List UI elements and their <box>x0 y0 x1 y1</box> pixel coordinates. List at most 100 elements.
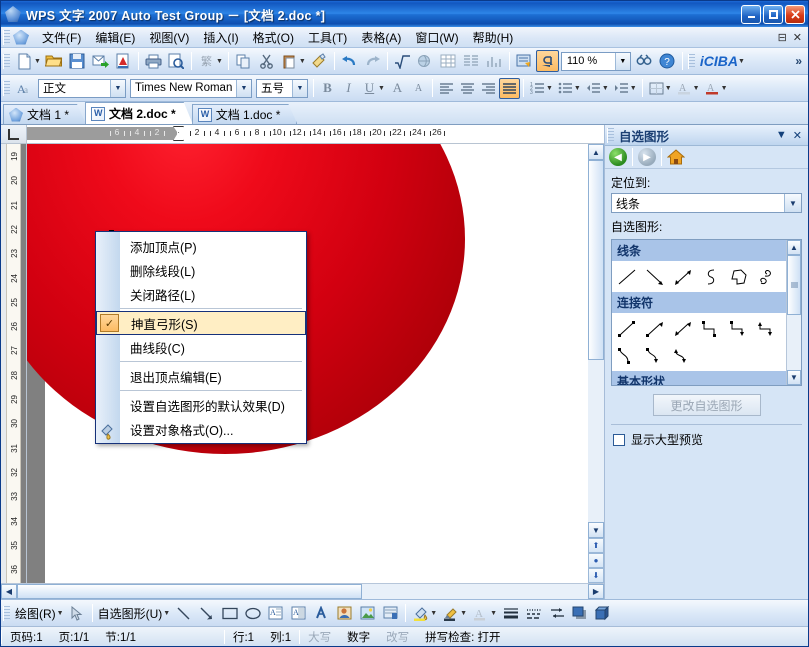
context-menu-item[interactable]: 添加顶点(P) <box>120 234 306 258</box>
font-color-draw-button[interactable]: A <box>469 602 492 624</box>
context-menu-item[interactable]: 删除线段(L) <box>120 258 306 282</box>
horizontal-scroll-thumb[interactable] <box>17 584 362 599</box>
toolbar-overflow-button[interactable]: » <box>795 54 808 68</box>
select-objects-button[interactable] <box>66 602 89 624</box>
gallery-scroll-track[interactable] <box>787 255 801 370</box>
line-color-button[interactable] <box>439 602 462 624</box>
numbered-list-button[interactable]: 123 <box>527 78 548 99</box>
horizontal-ruler[interactable]: 6422468101214161820222426 <box>1 125 604 144</box>
decrease-indent-dropdown-icon[interactable]: ▼ <box>602 85 609 92</box>
vertical-scroll-track[interactable] <box>588 160 604 522</box>
shrink-font-button[interactable]: A <box>408 78 429 99</box>
shape-curved-connector[interactable] <box>613 342 641 369</box>
document-horizontal-scrollbar[interactable]: ◀ ▶ <box>1 583 604 599</box>
show-marks-button[interactable] <box>513 50 536 72</box>
menu-format[interactable]: 格式(O) <box>246 27 301 48</box>
increase-indent-dropdown-icon[interactable]: ▼ <box>630 85 637 92</box>
iciba-toolbar-grip[interactable] <box>688 54 695 69</box>
draw-menu-dropdown-icon[interactable]: ▼ <box>57 610 64 617</box>
shape-gallery[interactable]: 线条连接符基本形状 <box>612 240 786 385</box>
zoom-control[interactable]: 110 % ▼ <box>561 52 631 71</box>
text-box-button[interactable]: A <box>264 602 287 624</box>
page-area[interactable]: 添加顶点(P)删除线段(L)关闭路径(L)✓抻直弓形(S)曲线段(C)退出顶点编… <box>27 144 604 583</box>
shape-straight-connector[interactable] <box>613 315 641 342</box>
save-document-button[interactable] <box>66 50 89 72</box>
drawing-toolbar-grip[interactable] <box>3 606 10 621</box>
format-painter-button[interactable] <box>308 50 331 72</box>
select-browse-object-button[interactable]: ● <box>588 553 604 568</box>
bullet-list-dropdown-icon[interactable]: ▼ <box>574 85 581 92</box>
context-menu-item[interactable]: 关闭路径(L) <box>120 282 306 306</box>
next-page-button[interactable]: ⬇ <box>588 568 604 583</box>
font-size-dropdown-icon[interactable]: ▼ <box>292 80 307 97</box>
shape-double-arrow[interactable] <box>669 263 697 290</box>
indent-marker[interactable] <box>173 126 182 141</box>
align-center-button[interactable] <box>457 78 478 99</box>
context-menu-list[interactable]: 添加顶点(P)删除线段(L)关闭路径(L)✓抻直弓形(S)曲线段(C)退出顶点编… <box>120 232 306 443</box>
font-dropdown-icon[interactable]: ▼ <box>236 80 251 97</box>
menu-help[interactable]: 帮助(H) <box>466 27 521 48</box>
diagram-button[interactable] <box>379 602 402 624</box>
highlight-button[interactable]: A <box>674 78 695 99</box>
goto-combo[interactable]: 线条 ▼ <box>611 193 802 213</box>
arrow-style-button[interactable] <box>545 602 568 624</box>
menu-view[interactable]: 视图(V) <box>142 27 196 48</box>
style-combo[interactable]: 正文 ▼ <box>38 79 126 98</box>
arrow-tool-button[interactable] <box>195 602 218 624</box>
context-menu-item[interactable]: 设置自选图形的默认效果(D) <box>120 393 306 417</box>
shape-straight-double-arrow-connector[interactable] <box>669 315 697 342</box>
insert-table-button[interactable] <box>437 50 460 72</box>
shape-elbow-connector[interactable] <box>697 315 725 342</box>
paste-button[interactable] <box>278 50 301 72</box>
bullet-list-button[interactable] <box>555 78 576 99</box>
forward-button[interactable]: ▶ <box>638 148 656 166</box>
minimize-button[interactable] <box>741 5 761 24</box>
font-combo[interactable]: Times New Roman ▼ <box>130 79 252 98</box>
insert-picture-button[interactable] <box>356 602 379 624</box>
borders-dropdown-icon[interactable]: ▼ <box>665 85 672 92</box>
vertical-ruler[interactable]: 192021222324252627282930313233343536 <box>1 144 27 583</box>
doc-tab-2[interactable]: 文档 1.doc * <box>192 104 298 124</box>
gallery-scroll-up-button[interactable]: ▲ <box>787 240 801 255</box>
doc-tab-0[interactable]: 文档 1 * <box>3 104 86 124</box>
formatting-toolbar-grip[interactable] <box>3 81 10 96</box>
align-justify-button[interactable] <box>499 78 520 99</box>
close-button[interactable] <box>785 5 805 24</box>
iciba-dropdown-icon[interactable]: ▼ <box>738 58 745 65</box>
font-color-dropdown-icon[interactable]: ▼ <box>721 85 728 92</box>
menu-grip[interactable] <box>3 30 10 45</box>
task-pane-close-icon[interactable]: ✕ <box>793 129 802 142</box>
status-num-lock[interactable]: 数字 <box>339 629 378 645</box>
word-art-button[interactable] <box>310 602 333 624</box>
cut-button[interactable] <box>255 50 278 72</box>
menu-edit[interactable]: 编辑(E) <box>88 27 142 48</box>
highlight-dropdown-icon[interactable]: ▼ <box>693 85 700 92</box>
shadow-style-button[interactable] <box>568 602 591 624</box>
shape-curved-arrow-connector[interactable] <box>641 342 669 369</box>
standard-toolbar-grip[interactable] <box>3 54 10 69</box>
status-caps-lock[interactable]: 大写 <box>300 629 339 645</box>
scroll-down-button[interactable]: ▼ <box>588 522 604 538</box>
back-button[interactable]: ◀ <box>609 148 627 166</box>
menu-tools[interactable]: 工具(T) <box>301 27 354 48</box>
document-vertical-scrollbar[interactable]: ▲ ▼ ⬆ ● ⬇ <box>588 144 604 583</box>
status-spellcheck[interactable]: 拼写检查: 打开 <box>417 629 508 645</box>
maximize-button[interactable] <box>763 5 783 24</box>
tab-stop-selector[interactable] <box>1 125 27 143</box>
send-mail-button[interactable] <box>89 50 112 72</box>
zoom-dropdown-icon[interactable]: ▼ <box>615 53 630 70</box>
vertical-text-box-button[interactable]: A <box>287 602 310 624</box>
horizontal-ruler-body[interactable]: 6422468101214161820222426 <box>27 125 604 143</box>
autoshapes-menu-button[interactable]: 自选图形(U) <box>96 605 166 622</box>
shape-line[interactable] <box>613 263 641 290</box>
fill-color-button[interactable] <box>409 602 432 624</box>
open-document-button[interactable] <box>43 50 66 72</box>
shape-curve-s[interactable] <box>697 263 725 290</box>
print-button[interactable] <box>142 50 165 72</box>
scroll-up-button[interactable]: ▲ <box>588 144 604 160</box>
doc-restore-button[interactable]: ⊟ <box>778 31 787 44</box>
print-preview-button[interactable] <box>165 50 188 72</box>
large-preview-checkbox[interactable] <box>613 434 625 446</box>
large-preview-checkbox-row[interactable]: 显示大型预览 <box>605 425 808 454</box>
vertex-context-menu[interactable]: 添加顶点(P)删除线段(L)关闭路径(L)✓抻直弓形(S)曲线段(C)退出顶点编… <box>95 231 307 444</box>
